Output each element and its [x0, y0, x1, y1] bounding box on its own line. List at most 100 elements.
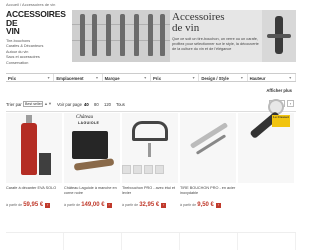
product-image[interactable]	[122, 113, 178, 183]
price-prefix: à partir de	[6, 203, 23, 207]
bottle-shape	[106, 14, 111, 56]
per-page-option[interactable]: 120	[104, 102, 111, 107]
filter-label: Prix	[152, 76, 161, 81]
chevron-down-icon: ▼	[240, 76, 244, 80]
bottle-shape	[80, 14, 85, 56]
decanter-icon	[21, 123, 37, 175]
breadcrumb: Accueil / Accessoires de vin	[6, 2, 55, 7]
arrow-right-icon[interactable]: ›	[106, 202, 112, 208]
arrow-right-icon[interactable]: ›	[45, 202, 51, 208]
product-card-placeholder[interactable]	[122, 233, 180, 250]
bottle-shape	[134, 14, 139, 56]
thumbnail[interactable]	[122, 165, 131, 174]
hero-title-line2: de vin	[172, 22, 200, 34]
bottle-shape	[120, 14, 125, 56]
sidebar-title-line2: VIN	[6, 26, 20, 36]
product-grid: Carafe à décanter EVA SOLO à partir de 5…	[6, 99, 296, 223]
filter-label: Emplacement	[56, 76, 84, 81]
sort-toolbar: Trier par Best seller ▲▼ Voir par page 4…	[6, 101, 296, 108]
sidebar-list: Tire-bouchons Carafes & Décanteurs Autou…	[6, 39, 66, 67]
product-card-placeholder[interactable]	[6, 233, 64, 250]
price-value: 9,50 €	[197, 202, 214, 208]
sidebar: ACCESSOIRES DE VIN Tire-bouchons Carafes…	[6, 10, 66, 66]
sidebar-title-line1: ACCESSOIRES DE	[6, 9, 66, 28]
chevron-down-icon: ▼	[95, 76, 99, 80]
brand-badge: Le Creuset	[272, 115, 290, 127]
filter-dropdown[interactable]: Marque ▼	[103, 74, 151, 81]
price-prefix: à partir de	[122, 203, 139, 207]
price-prefix: à partir de	[64, 203, 81, 207]
filter-dropdown[interactable]: Hauteur ▼	[248, 74, 296, 81]
pouch-icon	[72, 131, 108, 159]
per-page-option[interactable]: Tous	[116, 102, 125, 107]
brand-logo-sub: LAGUIOLE	[78, 121, 100, 125]
product-card[interactable]: Tirebouchon PRO - avec étui et levier à …	[122, 113, 180, 223]
sidebar-title: ACCESSOIRES DE VIN	[6, 10, 66, 36]
per-page-label: Voir par page	[57, 102, 82, 107]
filter-dropdown[interactable]: Design / Style ▼	[199, 74, 248, 81]
corkscrew-image	[262, 10, 296, 62]
price-value: 59,95 €	[23, 202, 44, 208]
product-name[interactable]: Tirebouchon PRO - avec étui et levier	[122, 186, 178, 196]
per-page-option[interactable]: 40	[84, 102, 89, 107]
divider	[6, 111, 296, 112]
brand-logo: Château	[76, 115, 93, 120]
product-name[interactable]: Carafe à décanter EVA SOLO	[6, 186, 62, 196]
wine-rack-image	[72, 10, 170, 62]
box-icon	[39, 153, 51, 175]
sidebar-item[interactable]: Conservation	[6, 61, 66, 67]
filter-label: Marque	[104, 76, 120, 81]
thumbnail[interactable]	[155, 165, 164, 174]
product-card[interactable]: Le Creuset	[238, 99, 296, 223]
filter-dropdown[interactable]: Prix ▼	[151, 74, 200, 81]
filter-dropdown[interactable]: Emplacement ▼	[54, 74, 103, 81]
filter-label: Design / Style	[201, 76, 229, 81]
thumbnail[interactable]	[144, 165, 153, 174]
filter-bar: Prix ▼ Emplacement ▼ Marque ▼ Prix ▼ Design …	[6, 73, 296, 82]
chevron-down-icon: ▼	[46, 76, 51, 80]
product-card-placeholder[interactable]	[238, 233, 296, 250]
product-card-placeholder[interactable]	[180, 233, 238, 250]
product-image[interactable]	[180, 113, 236, 183]
sort-select[interactable]: Best seller	[23, 101, 43, 107]
arrow-right-icon[interactable]: ›	[215, 202, 221, 208]
product-price: à partir de 149,00 € ›	[64, 202, 120, 208]
breadcrumb-current: Accessoires de vin	[22, 2, 56, 7]
knife-icon	[73, 158, 115, 171]
chevron-down-icon: ▼	[191, 76, 196, 80]
bottle-shape	[148, 14, 153, 56]
per-page-option[interactable]: 80	[94, 102, 99, 107]
corkscrew-arm	[267, 34, 291, 38]
next-page-button[interactable]: ›	[287, 100, 294, 107]
filter-dropdown[interactable]: Prix ▼	[6, 74, 55, 81]
product-price: à partir de 9,50 € ›	[180, 202, 236, 208]
price-value: 32,95 €	[139, 202, 160, 208]
product-card[interactable]: Carafe à décanter EVA SOLO à partir de 5…	[6, 113, 64, 223]
product-price: à partir de 59,95 € ›	[6, 202, 62, 208]
product-name[interactable]	[238, 186, 294, 196]
price-value: 149,00 €	[81, 202, 105, 208]
thumbnail[interactable]	[133, 165, 142, 174]
product-image[interactable]: Le Creuset	[238, 99, 294, 183]
breadcrumb-home[interactable]: Accueil	[6, 2, 19, 7]
hero-banner[interactable]: Accessoires de vin Que ce soit un tire-b…	[72, 10, 296, 62]
bottle-shape	[92, 14, 97, 56]
filter-label: Prix	[8, 76, 16, 81]
product-card-placeholder[interactable]	[64, 233, 122, 250]
product-name[interactable]: Château Laguiole à manche en corne noire	[64, 186, 120, 196]
thumbnail-strip	[122, 165, 164, 174]
product-image[interactable]: Château LAGUIOLE	[64, 113, 120, 183]
sort-direction-icon[interactable]: ▲▼	[44, 101, 52, 106]
hero-text: Accessoires de vin Que ce soit un tire-b…	[172, 12, 260, 51]
product-image[interactable]	[6, 113, 62, 183]
product-card[interactable]: TIRE BOUCHON PRO - en acier inoxydable à…	[180, 113, 238, 223]
lever-corkscrew-icon	[132, 121, 168, 141]
product-name[interactable]: TIRE BOUCHON PRO - en acier inoxydable	[180, 186, 236, 196]
hero-title: Accessoires de vin	[172, 12, 260, 34]
arrow-right-icon[interactable]: ›	[161, 202, 167, 208]
sort-label: Trier par	[6, 102, 22, 107]
hero-description: Que ce soit un tire-bouchon, un verre ou…	[172, 37, 259, 51]
price-prefix: à partir de	[180, 203, 197, 207]
product-card[interactable]: Château LAGUIOLE Château Laguiole à manc…	[64, 113, 122, 223]
show-more-filters-link[interactable]: Afficher plus	[266, 88, 292, 93]
